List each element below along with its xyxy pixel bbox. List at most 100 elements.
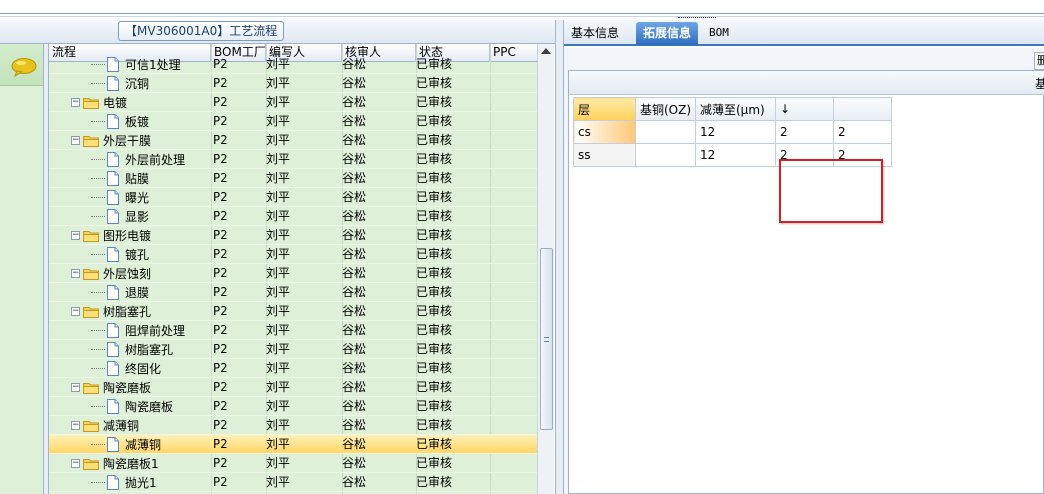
layer-cell[interactable]: ss xyxy=(573,143,636,167)
status-cell: 已审核 xyxy=(416,323,453,337)
collapse-toggle-icon[interactable]: − xyxy=(71,98,80,107)
status-cell: 已审核 xyxy=(416,133,453,147)
checker-cell: 谷松 xyxy=(342,323,367,337)
tab-extended-info[interactable]: 拓展信息 xyxy=(636,22,699,45)
highlight-annotation-box xyxy=(779,159,883,223)
base-copper-column-header[interactable]: 基铜(OZ) xyxy=(635,97,696,121)
folder-icon xyxy=(83,420,99,432)
column-header-4[interactable]: ↓ xyxy=(775,97,834,121)
bom-factory-cell: P2 xyxy=(213,266,228,280)
panel-splitter[interactable] xyxy=(555,20,564,494)
tree-step-row[interactable]: 可信1处理 P2 刘平 谷松 已审核 xyxy=(49,55,537,74)
base-copper-cell[interactable] xyxy=(635,143,696,167)
toolbar-label: 基 xyxy=(1035,77,1044,91)
layer-row[interactable]: cs 12 2 2 xyxy=(573,120,892,144)
checker-cell: 谷松 xyxy=(342,266,367,280)
tab-basic-info[interactable]: 基本信息 xyxy=(564,22,626,45)
status-cell: 已审核 xyxy=(416,266,453,280)
panel-title: 【MV306001A0】工艺流程 xyxy=(118,21,285,41)
writer-cell: 刘平 xyxy=(266,323,291,337)
column-header-5[interactable] xyxy=(833,97,892,121)
tree-connector xyxy=(91,178,105,179)
tree-step-row[interactable]: 减薄铜 P2 刘平 谷松 已审核 xyxy=(49,435,537,454)
scroll-up-arrow-icon[interactable] xyxy=(541,48,551,54)
tree-step-row[interactable]: 阻焊前处理 P2 刘平 谷松 已审核 xyxy=(49,321,537,340)
tree-node: 终固化 xyxy=(91,359,161,378)
mini-panel-header[interactable] xyxy=(0,44,43,86)
tab-bom[interactable]: BOM xyxy=(702,22,736,45)
tree-step-row[interactable]: 抛光1 P2 刘平 谷松 已审核 xyxy=(49,473,537,492)
tree-folder-row[interactable]: − 图形电镀 P2 刘平 谷松 已审核 xyxy=(49,226,537,245)
tree-step-row[interactable]: 沉铜 P2 刘平 谷松 已审核 xyxy=(49,74,537,93)
document-icon xyxy=(107,323,119,338)
tree-folder-row[interactable]: − 陶瓷磨板1 P2 刘平 谷松 已审核 xyxy=(49,454,537,473)
collapse-toggle-icon[interactable]: − xyxy=(71,421,80,430)
top-strip xyxy=(0,0,1044,20)
tree-step-row[interactable]: 树脂塞孔 P2 刘平 谷松 已审核 xyxy=(49,340,537,359)
tree-folder-row[interactable]: − 树脂塞孔 P2 刘平 谷松 已审核 xyxy=(49,302,537,321)
tree-folder-row[interactable]: − 陶瓷磨板 P2 刘平 谷松 已审核 xyxy=(49,378,537,397)
thin-to-cell[interactable]: 12 xyxy=(695,120,776,144)
tree-step-row[interactable]: 终固化 P2 刘平 谷松 已审核 xyxy=(49,359,537,378)
tree-folder-row[interactable]: − 电镀 P2 刘平 谷松 已审核 xyxy=(49,93,537,112)
top-divider-light xyxy=(0,16,1044,17)
tree-folder-row[interactable]: − 外层蚀刻 P2 刘平 谷松 已审核 xyxy=(49,264,537,283)
process-tree-grid: 流程 BOM工厂 编写人 核审人 状态 PPC 可信1处理 P2 刘平 谷松 已审核 沉铜… xyxy=(49,44,537,494)
collapse-toggle-icon[interactable]: − xyxy=(71,459,80,468)
chat-bubble-icon[interactable] xyxy=(11,57,37,77)
value-cell-4[interactable]: 2 xyxy=(775,120,834,144)
tree-node-label: 阻焊前处理 xyxy=(125,324,186,338)
tree-node-label: 陶瓷磨板 xyxy=(103,381,152,395)
writer-cell: 刘平 xyxy=(266,209,291,223)
tree-step-row[interactable]: 陶瓷磨板 P2 刘平 谷松 已审核 xyxy=(49,397,537,416)
thin-to-column-header[interactable]: 减薄至(μm) xyxy=(695,97,776,121)
checker-cell: 谷松 xyxy=(342,190,367,204)
document-icon xyxy=(107,209,119,224)
tree-folder-row[interactable]: − 外层干膜 P2 刘平 谷松 已审核 xyxy=(49,131,537,150)
collapse-toggle-icon[interactable]: − xyxy=(71,136,80,145)
document-icon xyxy=(107,399,119,414)
tree-node: 板镀 xyxy=(91,112,149,131)
thin-to-cell[interactable]: 12 xyxy=(695,143,776,167)
tree-connector xyxy=(91,64,105,65)
tree-step-row[interactable]: 贴膜 P2 刘平 谷松 已审核 xyxy=(49,169,537,188)
collapse-toggle-icon[interactable]: − xyxy=(71,383,80,392)
writer-cell: 刘平 xyxy=(266,285,291,299)
collapse-toggle-icon[interactable]: − xyxy=(71,231,80,240)
layer-table-header-row: 层 基铜(OZ) 减薄至(μm) ↓ xyxy=(573,97,892,121)
tree-node: 可信1处理 xyxy=(91,55,181,74)
bom-factory-cell: P2 xyxy=(213,190,228,204)
tree-step-row[interactable]: 镀孔 P2 刘平 谷松 已审核 xyxy=(49,245,537,264)
toolbar-button[interactable]: 删 xyxy=(1034,52,1044,70)
tree-node: 阻焊前处理 xyxy=(91,321,185,340)
base-copper-cell[interactable] xyxy=(635,120,696,144)
layer-cell[interactable]: cs xyxy=(573,120,636,144)
document-icon xyxy=(107,57,119,72)
folder-icon xyxy=(83,97,99,109)
bom-factory-cell: P2 xyxy=(213,247,228,261)
tree-node: 曝光 xyxy=(91,188,149,207)
tree-node: − 减薄铜 xyxy=(71,416,139,435)
layer-grid-panel: 基 层 基铜(OZ) 减薄至(μm) ↓ cs 12 2 2 ss 12 2 2 xyxy=(568,70,1044,494)
collapse-toggle-icon[interactable]: − xyxy=(71,269,80,278)
tree-step-row[interactable]: 显影 P2 刘平 谷松 已审核 xyxy=(49,207,537,226)
splitter-grip-icon[interactable] xyxy=(678,17,716,20)
bom-factory-cell: P2 xyxy=(213,228,228,242)
grid-scrollbar[interactable] xyxy=(537,44,554,494)
checker-cell: 谷松 xyxy=(342,342,367,356)
tree-step-row[interactable]: 板镀 P2 刘平 谷松 已审核 xyxy=(49,112,537,131)
scrollbar-thumb[interactable] xyxy=(540,248,553,430)
tree-step-row[interactable]: 曝光 P2 刘平 谷松 已审核 xyxy=(49,188,537,207)
tree-step-row[interactable]: 外层前处理 P2 刘平 谷松 已审核 xyxy=(49,150,537,169)
checker-cell: 谷松 xyxy=(342,437,367,451)
tree-folder-row[interactable]: − 减薄铜 P2 刘平 谷松 已审核 xyxy=(49,416,537,435)
collapse-toggle-icon[interactable]: − xyxy=(71,307,80,316)
tree-node: − 陶瓷磨板1 xyxy=(71,454,159,473)
tree-connector xyxy=(91,83,105,84)
tree-step-row[interactable]: 退膜 P2 刘平 谷松 已审核 xyxy=(49,283,537,302)
layer-column-header[interactable]: 层 xyxy=(573,97,636,121)
tree-node-label: 减薄铜 xyxy=(103,419,140,433)
status-cell: 已审核 xyxy=(416,228,453,242)
document-icon xyxy=(107,437,119,452)
value-cell-5[interactable]: 2 xyxy=(833,120,892,144)
